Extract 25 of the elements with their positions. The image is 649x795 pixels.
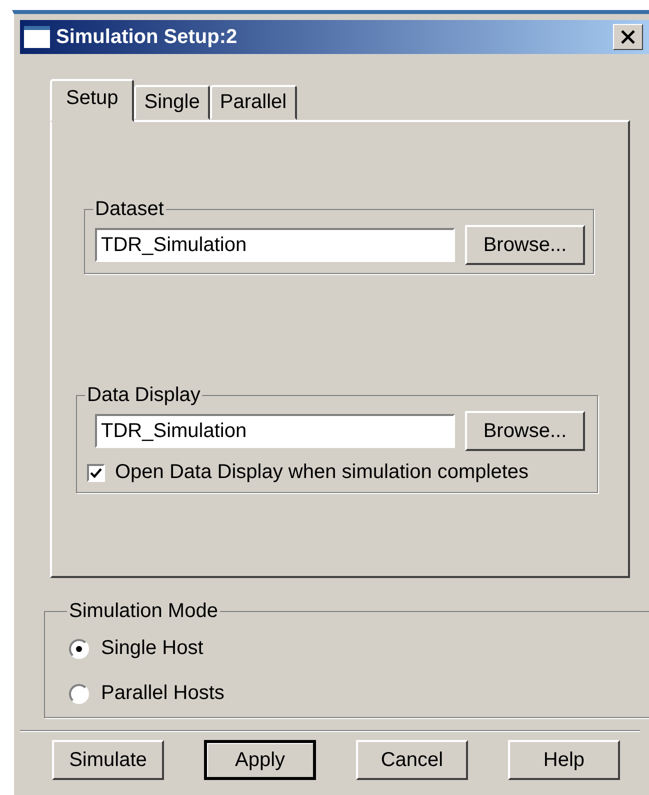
radio-button[interactable] xyxy=(69,638,89,658)
close-icon xyxy=(621,30,635,44)
dialog-button[interactable]: Cancel xyxy=(356,740,468,780)
dataset-field[interactable]: TDR_Simulation xyxy=(95,228,455,262)
browse-button[interactable]: Browse... xyxy=(465,225,585,265)
data-display-field[interactable]: TDR_Simulation xyxy=(95,414,455,448)
group-label: Simulation Mode xyxy=(68,600,219,623)
checkbox-label: Open Data Display when simulation completes xyxy=(115,461,529,484)
checkbox[interactable] xyxy=(87,464,105,482)
window-title: Simulation Setup:2 xyxy=(56,26,238,48)
radio-button[interactable] xyxy=(69,684,89,704)
browse-button[interactable]: Browse... xyxy=(465,411,585,451)
group-label: Dataset xyxy=(94,198,165,221)
radio-label: Single Host xyxy=(101,637,204,660)
window-icon xyxy=(24,26,50,48)
dialog-button[interactable]: Help xyxy=(508,740,620,780)
tab[interactable]: Single xyxy=(134,85,210,120)
check-icon xyxy=(90,466,102,478)
radio-label: Parallel Hosts xyxy=(101,682,224,705)
close-button[interactable] xyxy=(613,24,643,50)
dialog-button[interactable]: Apply xyxy=(204,740,316,780)
dialog-button[interactable]: Simulate xyxy=(52,740,164,780)
tab[interactable]: Setup xyxy=(50,79,134,122)
group-label: Data Display xyxy=(86,384,202,407)
tab[interactable]: Parallel xyxy=(210,85,297,120)
